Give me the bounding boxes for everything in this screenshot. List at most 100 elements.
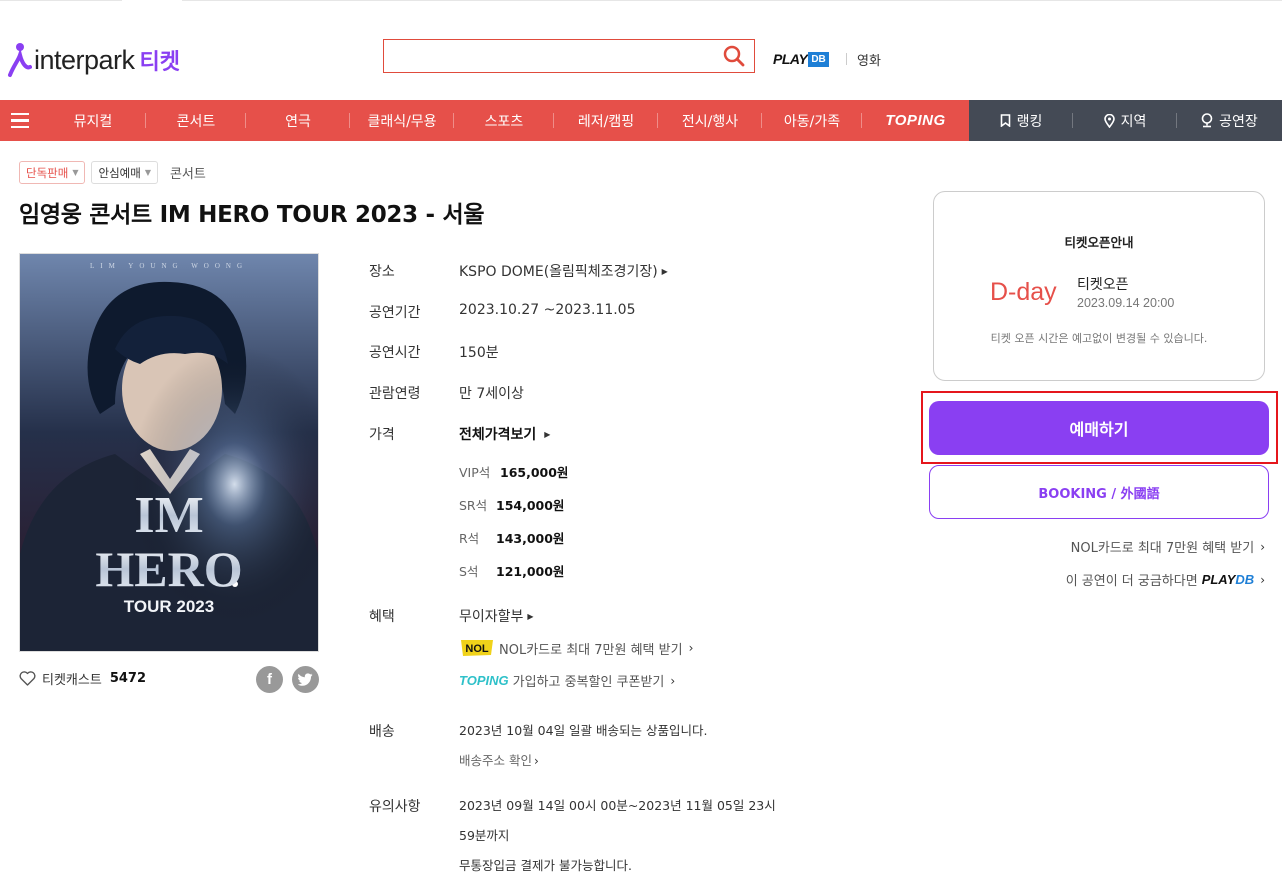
all-prices-label: 전체가격보기 [459, 427, 537, 443]
nav-venue-label: 공연장 [1219, 113, 1258, 130]
safe-booking-tag[interactable]: 안심예매 ▼ [91, 161, 158, 184]
movie-link[interactable]: 영화 [857, 50, 881, 69]
playdb-curious-link[interactable]: 이 공연이 더 궁금하다면 PLAYDB › [1066, 570, 1265, 589]
price-row: SR석 154,000원 [459, 495, 564, 514]
price-row: S석 121,000원 [459, 561, 564, 580]
runtime-label: 공연시간 [369, 345, 421, 361]
nav-item-leisure[interactable]: 레저/캠핑 [554, 100, 658, 141]
triangle-right-icon: ▶ [544, 430, 551, 439]
period-value: 2023.10.27 ~2023.11.05 [459, 302, 636, 318]
toping-benefit-text: 가입하고 중복할인 쿠폰받기 [512, 675, 665, 690]
exclusive-tag[interactable]: 단독판매 ▼ [19, 161, 86, 184]
nav-item-sports[interactable]: 스포츠 [454, 100, 554, 141]
toping-benefit-link[interactable]: TOPING 가입하고 중복할인 쿠폰받기 › [459, 671, 675, 690]
chevron-right-icon: › [670, 673, 676, 688]
chevron-right-icon: › [1260, 539, 1265, 554]
price-label: 가격 [369, 427, 395, 443]
playdb-link[interactable]: PLAY DB [773, 49, 829, 69]
triangle-right-icon: ▶ [661, 267, 668, 276]
ticket-cast-label: 티켓캐스트 [42, 673, 102, 688]
nav-item-musical[interactable]: 뮤지컬 [40, 100, 146, 141]
all-prices-link[interactable]: 전체가격보기 ▶ [459, 424, 550, 444]
heart-icon [19, 671, 36, 686]
foreign-booking-button[interactable]: BOOKING / 外國語 [929, 465, 1269, 519]
nav-item-exhibition[interactable]: 전시/행사 [658, 100, 762, 141]
nol-card-link[interactable]: NOL카드로 최대 7만원 혜택 받기 › [1071, 537, 1265, 557]
delivery-check-label: 배송주소 확인 [459, 753, 532, 768]
nav-item-concert[interactable]: 콘서트 [146, 100, 246, 141]
nol-benefit-text: NOL카드로 최대 7만원 혜택 받기 [499, 642, 683, 658]
nav-item-classic[interactable]: 클래식/무용 [350, 100, 454, 141]
ticket-open-note: 티켓 오픈 시간은 예고없이 변경될 수 있습니다. [990, 332, 1208, 345]
caret-down-icon: ▼ [144, 168, 151, 177]
playdb-logo-db: DB [1235, 572, 1255, 587]
delivery-check-link[interactable]: 배송주소 확인 › [459, 750, 539, 769]
facebook-icon[interactable]: f [256, 666, 283, 693]
nav-item-toping[interactable]: TOPING [862, 100, 969, 141]
caret-down-icon: ▼ [72, 168, 79, 177]
nol-benefit-link[interactable]: NOL NOL카드로 최대 7만원 혜택 받기 › [459, 637, 693, 659]
book-button[interactable]: 예매하기 [929, 401, 1269, 455]
playdb-logo: PLAYDB [1202, 572, 1255, 587]
bookmark-icon [1000, 114, 1010, 127]
nav-item-venue[interactable]: 공연장 [1177, 100, 1282, 141]
triangle-right-icon: ▶ [527, 612, 534, 621]
price-amount: 121,000원 [496, 564, 565, 579]
price-grade: SR석 [459, 498, 488, 513]
search-input[interactable] [384, 40, 714, 72]
menu-icon[interactable] [0, 100, 40, 141]
nav-item-region[interactable]: 지역 [1073, 100, 1177, 141]
nav-item-play[interactable]: 연극 [246, 100, 350, 141]
ticket-cast[interactable]: 티켓캐스트 5472 [19, 669, 146, 688]
price-row: R석 143,000원 [459, 528, 564, 547]
price-grade: VIP석 [459, 465, 491, 480]
tag-row: 단독판매 ▼ 안심예매 ▼ 콘서트 [19, 161, 206, 184]
benefit-value: 무이자할부 [459, 609, 524, 625]
utility-nav: 랭킹 지역 공연장 [969, 100, 1282, 141]
playdb-logo-play: PLAY [1201, 572, 1236, 587]
twitter-icon[interactable] [292, 666, 319, 693]
header-divider [846, 53, 847, 65]
chevron-right-icon: › [1260, 572, 1265, 587]
nav-ranking-label: 랭킹 [1016, 113, 1043, 130]
search-bar [383, 39, 755, 73]
benefit-label: 혜택 [369, 609, 395, 625]
nav-item-ranking[interactable]: 랭킹 [969, 100, 1073, 141]
venue-link[interactable]: KSPO DOME(올림픽체조경기장) ▶ [459, 261, 668, 281]
nav-region-label: 지역 [1120, 113, 1147, 130]
period-label: 공연기간 [369, 305, 421, 321]
playdb-play: PLAY [773, 51, 808, 67]
notice-line: 59분까지 [459, 828, 510, 843]
category-label: 콘서트 [169, 167, 206, 182]
exclusive-tag-label: 단독판매 [26, 165, 69, 180]
nav-item-kids[interactable]: 아동/가족 [762, 100, 862, 141]
installment-link[interactable]: 무이자할부 ▶ [459, 606, 534, 626]
notice-line: 2023년 09월 14일 00시 00분~2023년 11월 05일 23시 [459, 798, 776, 813]
runtime-value: 150분 [459, 345, 499, 361]
search-icon[interactable] [714, 40, 754, 72]
age-label: 관람연령 [369, 386, 421, 402]
main-nav: 뮤지컬 콘서트 연극 클래식/무용 스포츠 레저/캠핑 전시/행사 아동/가족 … [0, 100, 1282, 141]
interpark-logo[interactable]: interpark 티켓 [6, 40, 180, 80]
logo-ticket: 티켓 [139, 50, 181, 75]
poster-top-text: LIM YOUNG WOONG [90, 262, 248, 270]
ticket-open-box: 티켓오픈안내 D-day 티켓오픈 2023.09.14 20:00 티켓 오픈… [933, 191, 1265, 381]
delivery-value: 2023년 10월 04일 일괄 배송되는 상품입니다. [459, 723, 708, 738]
price-grade: S석 [459, 564, 479, 579]
nol-logo-icon: NOL [461, 640, 493, 656]
ticket-open-heading: 티켓오픈안내 [1064, 235, 1134, 250]
notice-label: 유의사항 [369, 799, 421, 815]
notice-line: 무통장입금 결제가 불가능합니다. [459, 858, 632, 873]
delivery-label: 배송 [369, 724, 395, 740]
venue-pin-icon [1201, 113, 1213, 128]
poster-line2: HERO [95, 541, 242, 597]
poster-image: LIM YOUNG WOONG IM HERO TOUR 2023 [19, 253, 319, 652]
logo-word: interpark [34, 44, 135, 75]
toping-logo: TOPING [459, 673, 509, 688]
chevron-right-icon: › [533, 754, 539, 768]
ticket-open-label: 티켓오픈 [1077, 277, 1129, 293]
age-value: 만 7세이상 [459, 386, 524, 402]
nol-logo-text: NOL [465, 643, 489, 655]
poster-line1: IM [134, 487, 203, 544]
poster-line3: TOUR 2023 [124, 597, 214, 616]
